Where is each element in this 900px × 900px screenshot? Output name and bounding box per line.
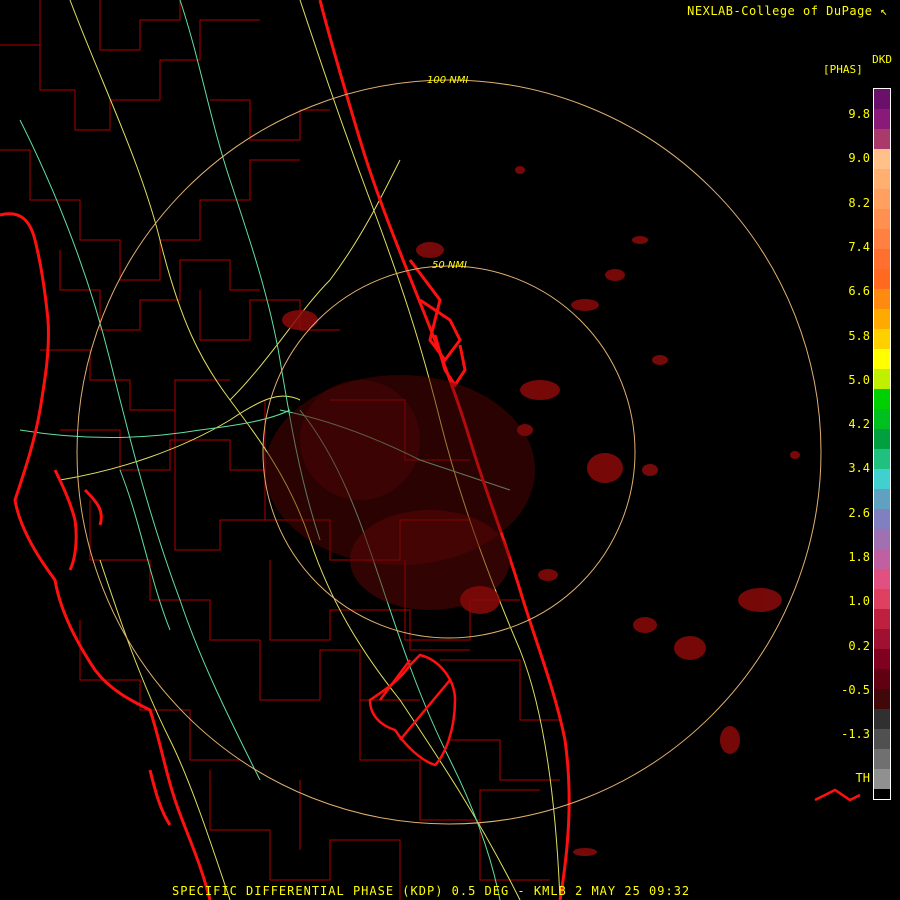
legend-label: 9.8	[848, 107, 870, 121]
colorbar-segment	[874, 229, 890, 249]
colorbar-segment	[874, 89, 890, 109]
legend-label: 1.0	[848, 594, 870, 609]
legend-label: -1.3	[841, 727, 870, 742]
credit-text: NEXLAB-College of DuPage ↖	[687, 4, 888, 18]
legend-label: 0.2	[848, 638, 870, 653]
colorbar-segment	[874, 329, 890, 349]
ring-label-50: 50 NMI	[432, 260, 467, 271]
legend-colorbar	[873, 88, 891, 800]
legend-label: TH	[855, 771, 870, 785]
colorbar-segment	[874, 569, 890, 589]
legend-labels: 9.8 9.0 8.2 7.4 6.6 5.8 5.0 4.2 3.4 2.6 1.8 1.0 0.2 -…	[822, 88, 870, 800]
legend-label: -0.5	[841, 682, 870, 697]
legend-product-short: DKD	[872, 53, 892, 66]
colorbar-segment	[874, 689, 890, 709]
legend-label: 7.4	[848, 239, 870, 254]
colorbar-segment	[874, 409, 890, 429]
lakes	[368, 653, 861, 802]
colorbar-segment	[874, 189, 890, 209]
radar-echoes	[265, 166, 800, 856]
colorbar-segment	[874, 349, 890, 369]
colorbar-segment	[874, 749, 890, 769]
colorbar-segment	[874, 269, 890, 289]
colorbar-segment	[874, 489, 890, 509]
colorbar-segment	[874, 109, 890, 129]
colorbar-segment	[874, 589, 890, 609]
colorbar-segment	[874, 249, 890, 269]
colorbar-segment	[874, 769, 890, 789]
nexlab-mark-icon: ↖	[880, 4, 888, 18]
legend-label: 5.8	[848, 328, 870, 343]
colorbar-segment	[874, 169, 890, 189]
legend-label: 4.2	[848, 417, 870, 432]
colorbar-segment	[874, 669, 890, 689]
legend-label: 9.0	[848, 151, 870, 166]
colorbar-segment	[874, 549, 890, 569]
credit-label: NEXLAB-College of DuPage	[687, 4, 873, 18]
colorbar-segment	[874, 529, 890, 549]
legend-label: 3.4	[848, 461, 870, 476]
colorbar-segment	[874, 609, 890, 629]
legend-product-units: [PHAS]	[823, 63, 863, 76]
product-caption: SPECIFIC DIFFERENTIAL PHASE (KDP) 0.5 DE…	[172, 884, 691, 898]
colorbar-segment	[874, 389, 890, 409]
legend-label: 2.6	[848, 505, 870, 520]
legend-label: 1.8	[848, 550, 870, 564]
legend-label: 8.2	[848, 195, 870, 210]
colorbar-segment	[874, 429, 890, 449]
legend-label: 5.0	[848, 372, 870, 387]
colorbar-segment	[874, 709, 890, 729]
ring-label-100: 100 NMI	[427, 75, 468, 86]
colorbar-segment	[874, 369, 890, 389]
colorbar-segment	[874, 149, 890, 169]
colorbar-segment	[874, 629, 890, 649]
legend-label: 6.6	[848, 284, 870, 299]
colorbar-segment	[874, 289, 890, 309]
colorbar-segment	[874, 309, 890, 329]
colorbar-segment	[874, 129, 890, 149]
colorbar-segment	[874, 449, 890, 469]
colorbar-segment	[874, 209, 890, 229]
colorbar-segment	[874, 729, 890, 749]
colorbar-segment	[874, 649, 890, 669]
radar-display: 100 NMI 50 NMI NEXLAB-College of DuPage …	[0, 0, 900, 900]
radar-map: 100 NMI 50 NMI	[0, 0, 861, 900]
colorbar-segment	[874, 509, 890, 529]
colorbar-segment	[874, 469, 890, 489]
lake-okeechobee	[368, 653, 457, 767]
